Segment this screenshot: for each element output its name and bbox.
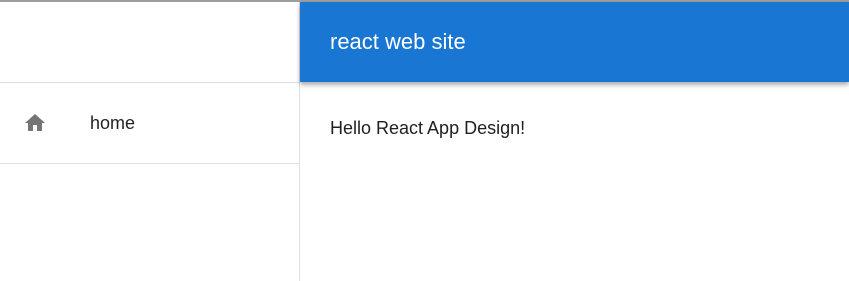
- home-icon: [23, 111, 47, 135]
- page-title: react web site: [330, 29, 466, 54]
- drawer-item-home[interactable]: home: [0, 83, 299, 164]
- drawer-item-label: home: [90, 112, 136, 133]
- app-bar: react web site: [300, 2, 849, 82]
- app-window: home react web site Hello React App Desi…: [0, 0, 849, 281]
- navigation-drawer: home: [0, 2, 300, 281]
- main-content: Hello React App Design!: [300, 82, 849, 281]
- drawer-list: home: [0, 83, 299, 164]
- content-text: Hello React App Design!: [330, 118, 526, 138]
- drawer-header: [0, 2, 299, 83]
